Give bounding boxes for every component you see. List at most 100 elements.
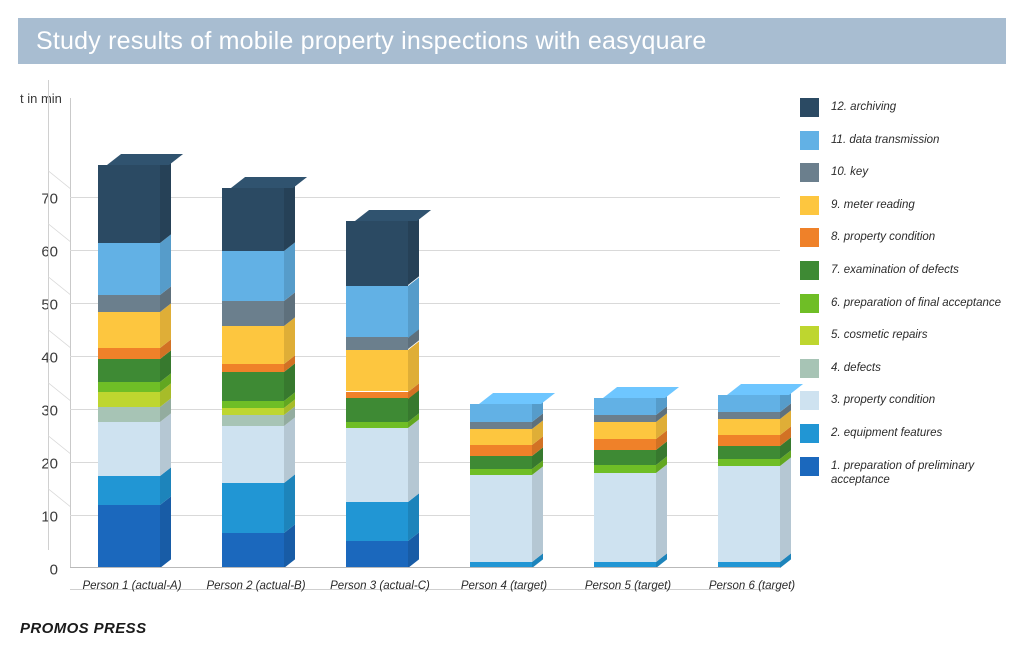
bar-segment[interactable] bbox=[222, 399, 295, 415]
legend-item[interactable]: 6. preparation of final acceptance bbox=[800, 293, 1024, 314]
bar-column[interactable] bbox=[346, 98, 432, 568]
legend-item[interactable]: 9. meter reading bbox=[800, 195, 1024, 216]
bar-segment[interactable] bbox=[222, 417, 295, 484]
bar-segment[interactable] bbox=[594, 389, 667, 416]
bar-segment[interactable] bbox=[346, 419, 419, 502]
bar-column[interactable] bbox=[718, 98, 804, 568]
bar-segment[interactable] bbox=[594, 464, 667, 563]
x-axis-tick-label: Person 3 (actual-C) bbox=[330, 580, 430, 592]
bar-segment[interactable] bbox=[222, 355, 295, 372]
bar-segment[interactable] bbox=[346, 341, 419, 392]
bar-segment[interactable] bbox=[222, 474, 295, 533]
bar-segment[interactable] bbox=[718, 437, 791, 460]
bar-column[interactable] bbox=[98, 98, 184, 568]
bar-segment[interactable] bbox=[346, 493, 419, 541]
bar-segment[interactable] bbox=[718, 457, 791, 563]
legend-item[interactable]: 1. preparation of preliminary acceptance bbox=[800, 456, 1024, 486]
bar-segment[interactable] bbox=[594, 441, 667, 466]
bar-segment[interactable] bbox=[222, 317, 295, 364]
bar-segment[interactable] bbox=[222, 524, 295, 568]
bar-segment[interactable] bbox=[346, 382, 419, 399]
legend-item[interactable]: 10. key bbox=[800, 163, 1024, 183]
bar-segment[interactable] bbox=[594, 406, 667, 423]
bar-segment[interactable] bbox=[98, 383, 171, 407]
bar-segment[interactable] bbox=[346, 212, 419, 286]
legend-item[interactable]: 5. cosmetic repairs bbox=[800, 326, 1024, 346]
bar-segment[interactable] bbox=[470, 420, 543, 446]
legend-item[interactable]: 2. equipment features bbox=[800, 423, 1024, 444]
bar-segment[interactable] bbox=[470, 413, 543, 430]
bar-segment[interactable] bbox=[470, 447, 543, 470]
x-axis-tick-label: Person 4 (target) bbox=[460, 580, 548, 592]
legend-item[interactable]: 11. data transmission bbox=[800, 130, 1024, 151]
bar-segment[interactable] bbox=[98, 413, 171, 476]
bar-segment[interactable] bbox=[222, 392, 295, 408]
bar-segment[interactable] bbox=[346, 532, 419, 568]
legend-swatch bbox=[800, 456, 819, 476]
bar-segment[interactable] bbox=[470, 460, 543, 476]
bar-segment-side bbox=[408, 212, 419, 286]
bar-segment[interactable] bbox=[346, 328, 419, 350]
bar-segment[interactable] bbox=[98, 398, 171, 422]
title-banner: Study results of mobile property inspect… bbox=[18, 18, 1006, 64]
bar-segment-side bbox=[160, 413, 171, 476]
legend-swatch bbox=[800, 195, 819, 215]
y-axis-tick-label: 30 bbox=[41, 402, 58, 420]
bar-segment[interactable] bbox=[222, 363, 295, 402]
y-axis-tick-label: 60 bbox=[41, 243, 58, 261]
legend-swatch bbox=[800, 326, 819, 346]
bar-segment[interactable] bbox=[98, 350, 171, 382]
bar-segment-side bbox=[284, 179, 295, 252]
bar-segment[interactable] bbox=[718, 403, 791, 420]
axis-left-wall bbox=[70, 98, 71, 568]
bar-segment[interactable] bbox=[98, 303, 171, 349]
bar-segment[interactable] bbox=[98, 339, 171, 360]
legend-label: 12. archiving bbox=[831, 101, 897, 113]
legend-item[interactable]: 8. property condition bbox=[800, 228, 1024, 248]
bar-column[interactable] bbox=[222, 98, 308, 568]
bar-segment[interactable] bbox=[594, 456, 667, 474]
legend-label: 5. cosmetic repairs bbox=[831, 329, 928, 342]
gridline bbox=[70, 515, 780, 516]
bar-segment-side bbox=[408, 276, 419, 338]
legend-item[interactable]: 3. property condition bbox=[800, 391, 1024, 411]
bar-segment[interactable] bbox=[222, 292, 295, 326]
bar-segment[interactable] bbox=[98, 467, 171, 505]
legend-label: 1. preparation of preliminary acceptance bbox=[831, 459, 975, 486]
bar-segment-side bbox=[284, 242, 295, 301]
bar-segment[interactable] bbox=[718, 410, 791, 435]
bar-segment[interactable] bbox=[718, 450, 791, 467]
bar-segment[interactable] bbox=[346, 276, 419, 338]
bar-segment[interactable] bbox=[718, 426, 791, 447]
bar-segment[interactable] bbox=[718, 386, 791, 413]
bar-segment[interactable] bbox=[222, 406, 295, 426]
bar-column[interactable] bbox=[470, 98, 556, 568]
bar-segment-side bbox=[160, 156, 171, 244]
legend-item[interactable]: 7. examination of defects bbox=[800, 260, 1024, 281]
bar-column[interactable] bbox=[594, 98, 680, 568]
gridline bbox=[70, 303, 780, 304]
bar-segment[interactable] bbox=[470, 466, 543, 563]
axis-back-wall bbox=[48, 80, 49, 550]
bar-segment[interactable] bbox=[470, 395, 543, 423]
page-title: Study results of mobile property inspect… bbox=[36, 26, 707, 55]
bar-segment[interactable] bbox=[98, 286, 171, 312]
bar-segment[interactable] bbox=[594, 413, 667, 440]
legend-swatch bbox=[800, 130, 819, 150]
legend-item[interactable]: 4. defects bbox=[800, 358, 1024, 379]
bar-segment[interactable] bbox=[594, 430, 667, 451]
bar-segment[interactable] bbox=[346, 389, 419, 423]
bar-segment[interactable] bbox=[346, 413, 419, 429]
legend-item[interactable]: 12. archiving bbox=[800, 98, 1024, 118]
chart-container: t in min 0 10 20 30 40 50 60 70 Person 1 (actua… bbox=[0, 78, 804, 598]
bar-segment[interactable] bbox=[98, 373, 171, 393]
x-axis-tick-label: Person 6 (target) bbox=[708, 580, 796, 592]
bar-segment[interactable] bbox=[222, 242, 295, 301]
bar-segment[interactable] bbox=[470, 436, 543, 457]
bar-top-cap bbox=[603, 387, 680, 399]
bar-segment[interactable] bbox=[98, 234, 171, 296]
y-axis-tick-label: 10 bbox=[41, 508, 58, 526]
bar-segment[interactable] bbox=[222, 179, 295, 252]
bar-segment[interactable] bbox=[98, 156, 171, 244]
bar-segment[interactable] bbox=[98, 496, 171, 568]
